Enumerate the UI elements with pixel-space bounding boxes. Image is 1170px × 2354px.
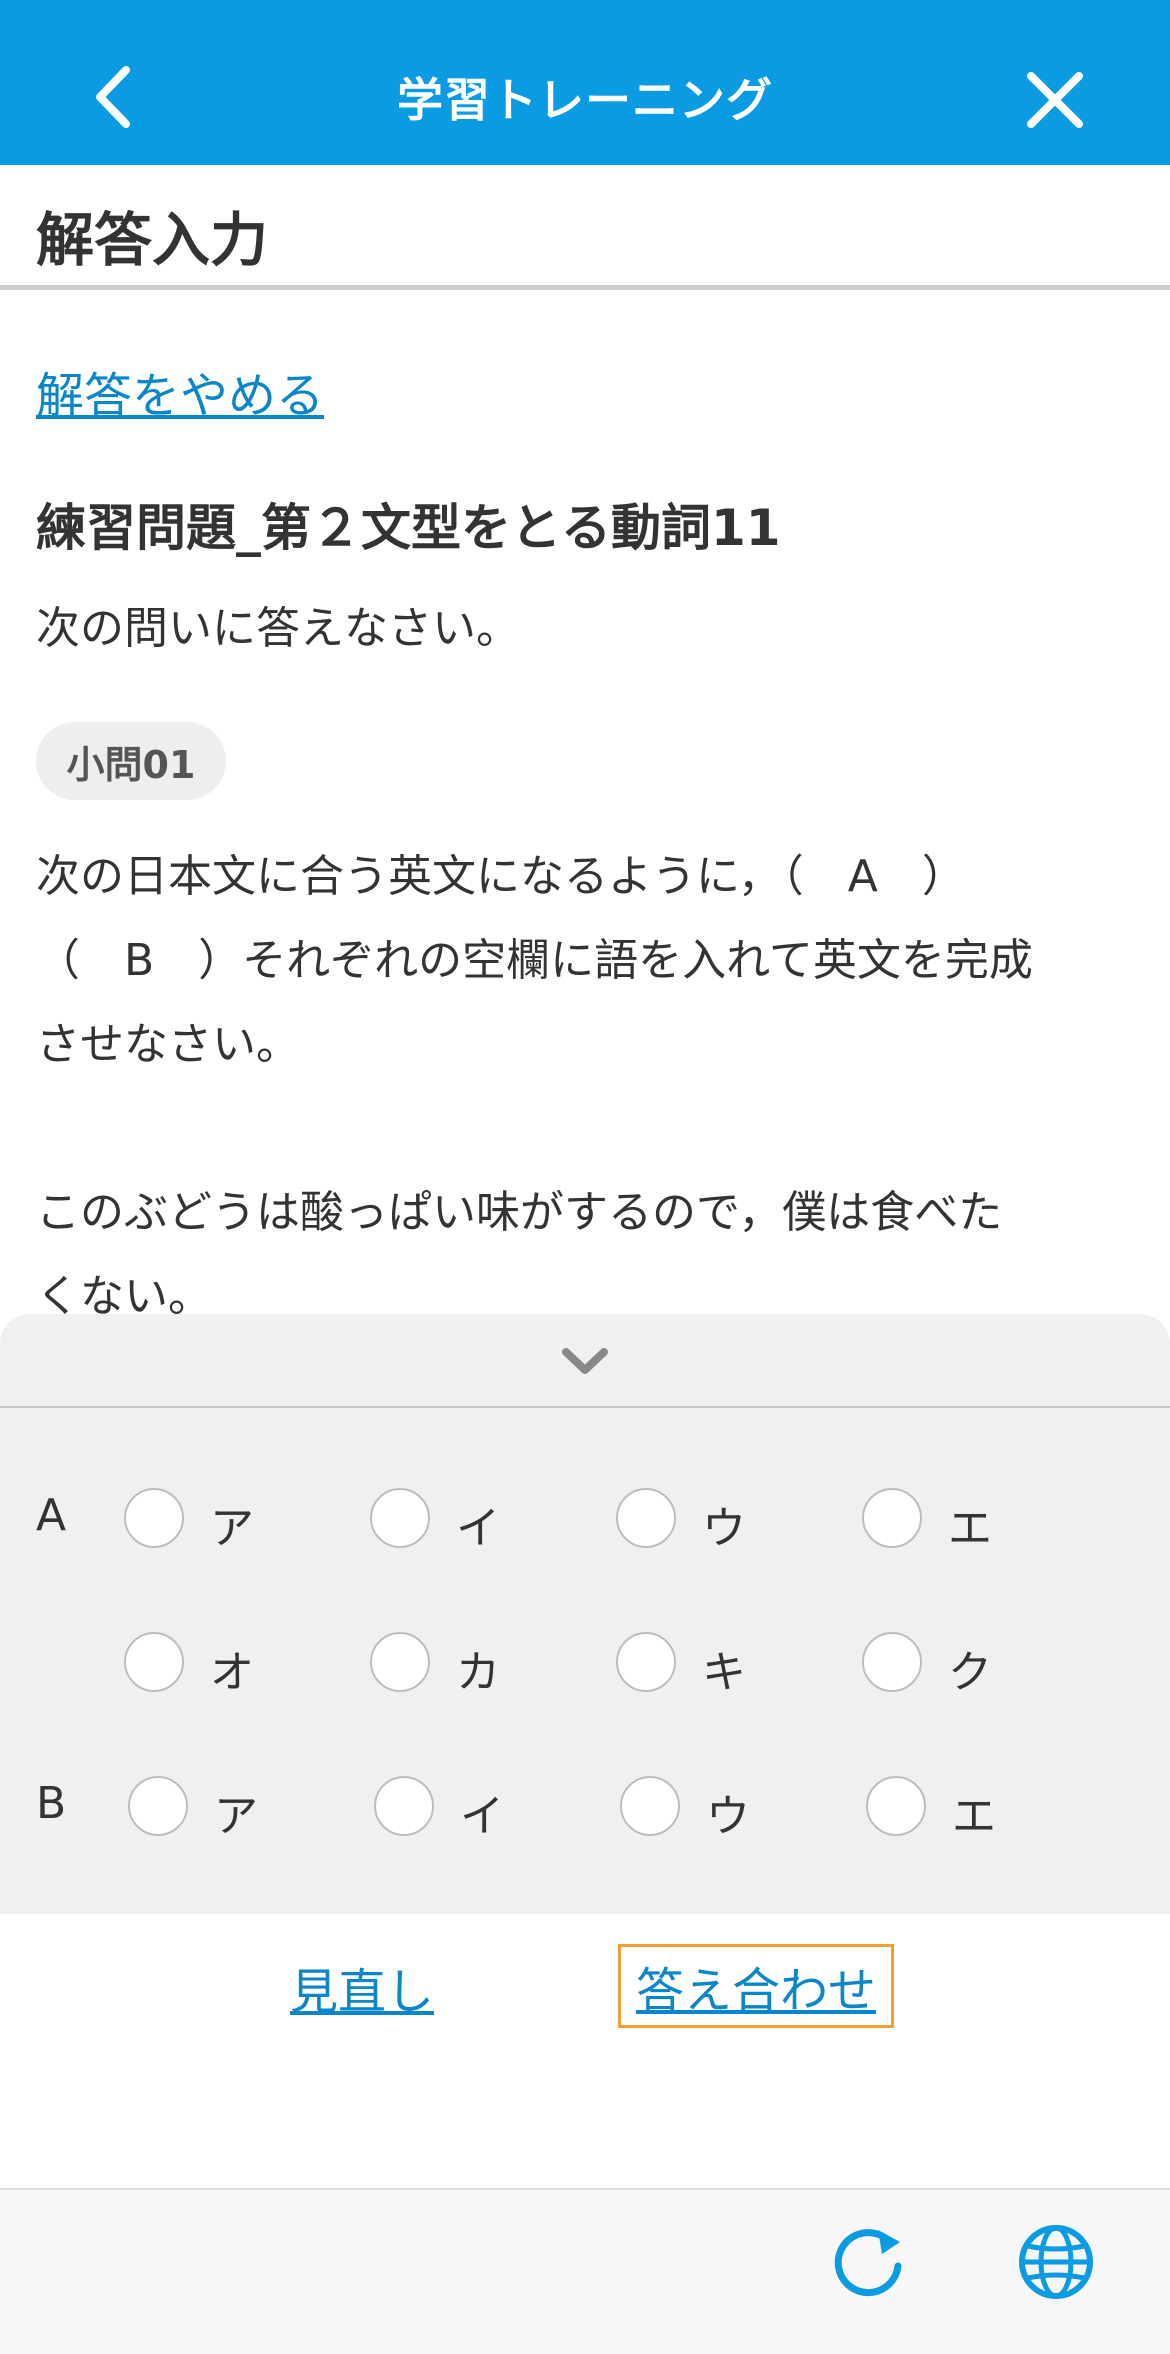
action-bar: 見直し 答え合わせ — [0, 1914, 1170, 2188]
cancel-answer-link[interactable]: 解答をやめる — [36, 356, 324, 426]
close-icon — [1027, 72, 1083, 128]
check-answers-button[interactable]: 答え合わせ — [618, 1944, 894, 2028]
question-text-line: このぶどうは酸っぱい味がするので，僕は食べた — [36, 1187, 1003, 1238]
subquestion-badge: 小問01 — [36, 722, 226, 800]
option-label: ア — [210, 1503, 254, 1554]
radio-button[interactable] — [370, 1488, 430, 1548]
question-text-line: （ B ）それぞれの空欄に語を入れて英文を完成 — [36, 935, 1033, 986]
radio-button[interactable] — [862, 1488, 922, 1548]
option-label: エ — [948, 1503, 992, 1554]
option-b-2[interactable]: イ — [374, 1776, 574, 1842]
radio-button[interactable] — [124, 1632, 184, 1692]
option-label: ア — [214, 1791, 258, 1842]
chevron-down-icon — [562, 1348, 608, 1374]
refresh-icon — [834, 2229, 902, 2297]
radio-button[interactable] — [866, 1776, 926, 1836]
question-title: 練習問題_第２文型をとる動詞11 — [36, 499, 781, 557]
collapse-panel-button[interactable] — [0, 1314, 1170, 1408]
question-text: 次の日本文に合う英文になるように，（ A ） （ B ）それぞれの空欄に語を入れ… — [36, 835, 1136, 1339]
option-label: キ — [702, 1647, 746, 1698]
question-text-line: させなさい。 — [36, 1019, 300, 1070]
radio-button[interactable] — [862, 1632, 922, 1692]
option-label: エ — [952, 1791, 996, 1842]
radio-button[interactable] — [620, 1776, 680, 1836]
option-a-5[interactable]: オ — [124, 1632, 324, 1698]
close-button[interactable] — [1025, 70, 1085, 130]
refresh-button[interactable] — [828, 2220, 912, 2304]
review-link[interactable]: 見直し — [290, 1952, 434, 2022]
option-label: ウ — [702, 1503, 746, 1554]
globe-icon — [1019, 2225, 1093, 2299]
question-instruction: 次の問いに答えなさい。 — [36, 603, 520, 654]
option-b-1[interactable]: ア — [128, 1776, 328, 1842]
option-a-7[interactable]: キ — [616, 1632, 816, 1698]
app-header: 学習トレーニング — [0, 0, 1170, 165]
option-a-1[interactable]: ア — [124, 1488, 324, 1554]
option-label: イ — [460, 1791, 504, 1842]
radio-button[interactable] — [374, 1776, 434, 1836]
radio-button[interactable] — [128, 1776, 188, 1836]
check-answers-label: 答え合わせ — [635, 1963, 876, 2019]
question-text-line: 次の日本文に合う英文になるように，（ A ） — [36, 851, 966, 902]
radio-button[interactable] — [124, 1488, 184, 1548]
language-button[interactable] — [1014, 2220, 1098, 2304]
option-a-6[interactable]: カ — [370, 1632, 570, 1698]
section-header: 解答入力 — [0, 165, 1170, 290]
option-label: イ — [456, 1503, 500, 1554]
answer-label-a: A — [36, 1490, 67, 1541]
answer-panel: A B ア イ ウ エ オ カ キ ク ア イ ウ エ — [0, 1314, 1170, 1914]
bottom-toolbar — [0, 2188, 1170, 2354]
radio-button[interactable] — [616, 1632, 676, 1692]
section-title: 解答入力 — [36, 206, 269, 274]
page-title: 学習トレーニング — [397, 73, 773, 127]
option-a-4[interactable]: エ — [862, 1488, 1062, 1554]
option-b-4[interactable]: エ — [866, 1776, 1066, 1842]
radio-button[interactable] — [370, 1632, 430, 1692]
option-a-8[interactable]: ク — [862, 1632, 1062, 1698]
option-label: ク — [948, 1647, 992, 1698]
option-label: ウ — [706, 1791, 750, 1842]
option-label: オ — [210, 1647, 254, 1698]
option-b-3[interactable]: ウ — [620, 1776, 820, 1842]
option-label: カ — [456, 1647, 500, 1698]
option-a-3[interactable]: ウ — [616, 1488, 816, 1554]
answer-label-b: B — [36, 1778, 67, 1829]
option-a-2[interactable]: イ — [370, 1488, 570, 1554]
radio-button[interactable] — [616, 1488, 676, 1548]
